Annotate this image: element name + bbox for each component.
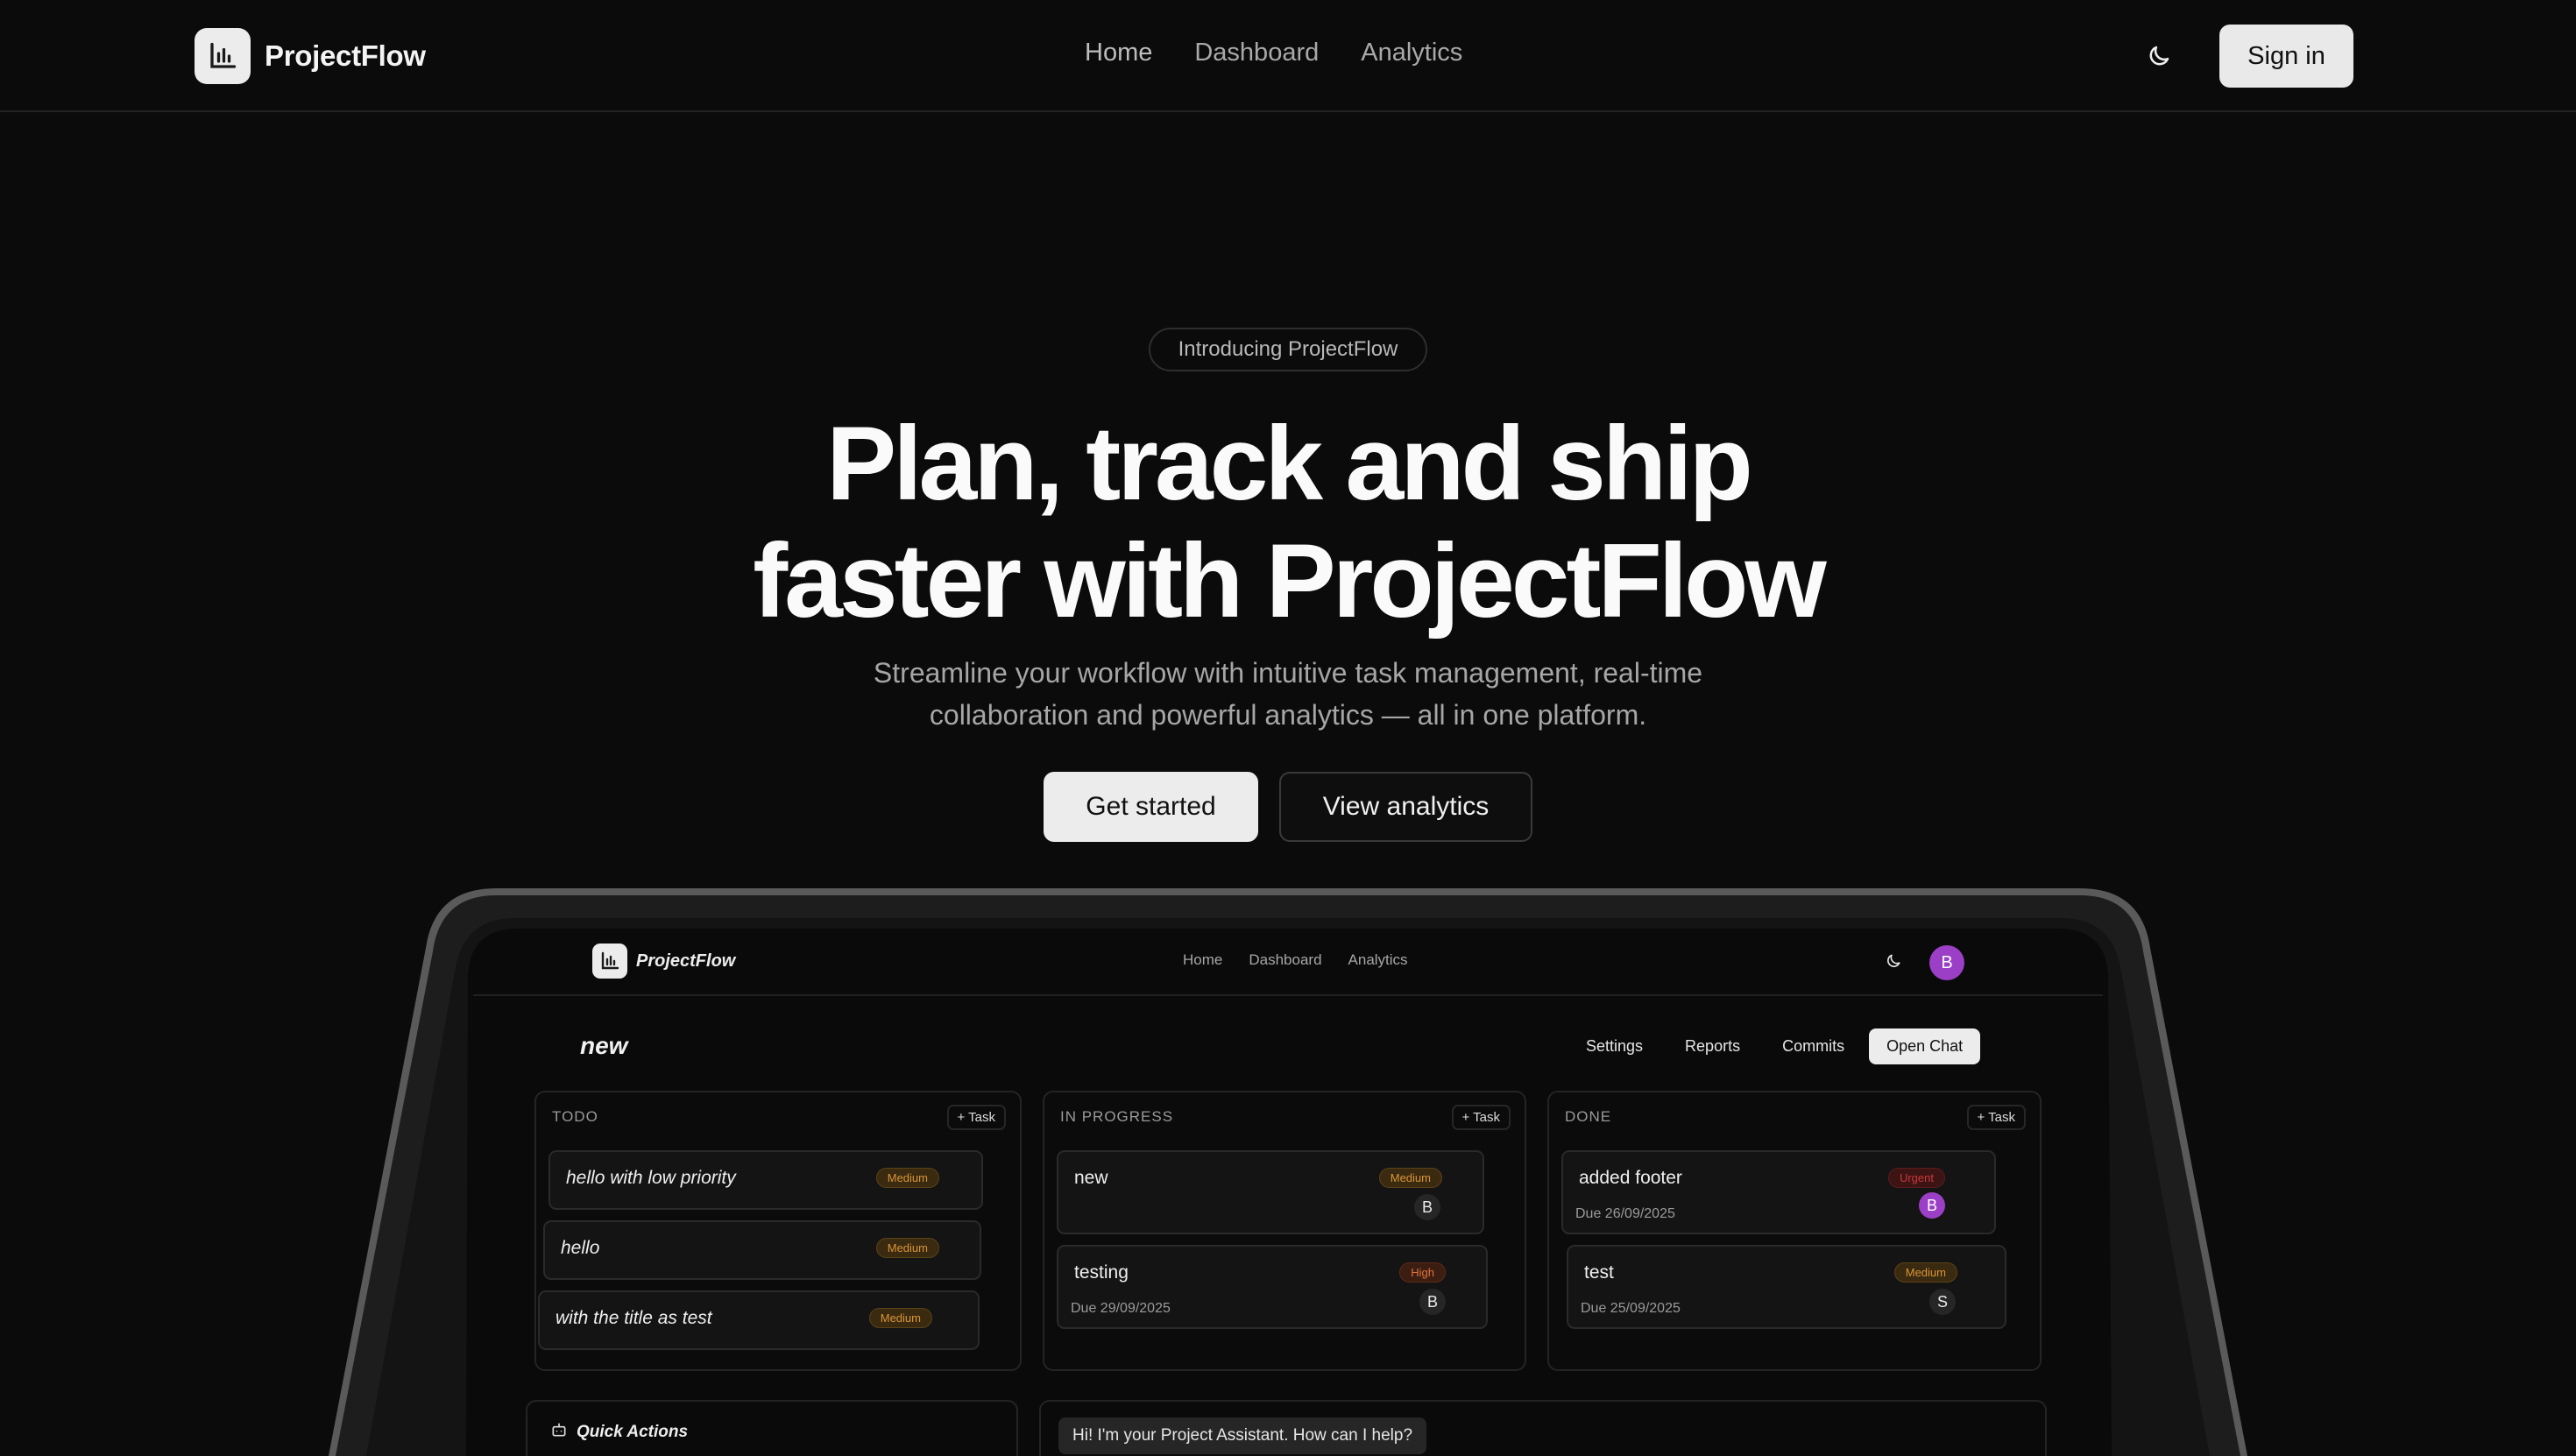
task-card[interactable]: added footer Urgent Due 26/09/2025 B	[1561, 1150, 1996, 1234]
column-title: IN PROGRESS	[1060, 1108, 1174, 1125]
preview-nav-analytics[interactable]: Analytics	[1348, 951, 1408, 969]
preview-nav-home[interactable]: Home	[1183, 951, 1222, 969]
bar-chart-icon	[592, 944, 627, 979]
kanban-column-done: DONE + Task added footer Urgent Due 26/0…	[1547, 1091, 2042, 1371]
headline-line-2: faster with ProjectFlow	[753, 522, 1827, 640]
tab-settings[interactable]: Settings	[1568, 1028, 1660, 1064]
task-title: testing	[1074, 1262, 1129, 1283]
task-card[interactable]: hello with low priority Medium	[548, 1150, 983, 1210]
chat-panel: Hi! I'm your Project Assistant. How can …	[1039, 1400, 2047, 1456]
assignee-avatar: B	[1419, 1289, 1446, 1315]
bar-chart-icon	[195, 28, 251, 84]
main-nav: Home Dashboard Analytics	[1085, 39, 1462, 67]
due-date: Due 29/09/2025	[1071, 1301, 1171, 1316]
moon-icon[interactable]	[2141, 39, 2176, 74]
due-date: Due 26/09/2025	[1575, 1206, 1675, 1221]
project-title: new	[580, 1032, 628, 1059]
bot-icon	[550, 1421, 568, 1444]
sign-in-button[interactable]: Sign in	[2219, 25, 2353, 88]
task-card[interactable]: with the title as test Medium	[538, 1290, 980, 1350]
quick-actions-title: Quick Actions	[550, 1421, 688, 1444]
nav-dashboard-link[interactable]: Dashboard	[1194, 39, 1319, 67]
add-task-button[interactable]: + Task	[1451, 1105, 1511, 1130]
priority-badge: Medium	[868, 1308, 932, 1328]
brand[interactable]: ProjectFlow	[195, 28, 426, 84]
task-title: hello with low priority	[566, 1168, 736, 1188]
priority-badge: Medium	[1893, 1262, 1957, 1283]
view-analytics-button[interactable]: View analytics	[1279, 772, 1532, 842]
preview-brand[interactable]: ProjectFlow	[592, 944, 735, 979]
task-card[interactable]: testing High Due 29/09/2025 B	[1057, 1245, 1488, 1329]
add-task-button[interactable]: + Task	[1966, 1105, 2026, 1130]
task-card[interactable]: test Medium Due 25/09/2025 S	[1567, 1245, 2006, 1329]
task-title: new	[1074, 1168, 1108, 1188]
open-chat-button[interactable]: Open Chat	[1869, 1028, 1981, 1064]
column-title: DONE	[1565, 1108, 1612, 1125]
nav-home-link[interactable]: Home	[1085, 39, 1152, 67]
nav-analytics-link[interactable]: Analytics	[1361, 39, 1462, 67]
brand-name: ProjectFlow	[265, 39, 426, 72]
headline-line-1: Plan, track and ship	[826, 405, 1753, 522]
tab-commits[interactable]: Commits	[1765, 1028, 1862, 1064]
hero-subheading: Streamline your workflow with intuitive …	[873, 657, 1703, 731]
app-preview-screen: ProjectFlow Home Dashboard Analytics B n…	[421, 929, 2155, 1456]
hero-headline: Plan, track and ship faster with Project…	[0, 405, 2576, 640]
tab-reports[interactable]: Reports	[1667, 1028, 1758, 1064]
kanban-column-todo: TODO + Task hello with low priority Medi…	[534, 1091, 1022, 1371]
assistant-message: Hi! I'm your Project Assistant. How can …	[1058, 1417, 1427, 1454]
project-tabs: Settings Reports Commits Open Chat	[1568, 1028, 1981, 1064]
kanban-column-in-progress: IN PROGRESS + Task new Medium B testing …	[1043, 1091, 1526, 1371]
task-title: hello	[561, 1238, 600, 1258]
intro-badge: Introducing ProjectFlow	[1149, 328, 1427, 371]
assignee-avatar: S	[1929, 1289, 1956, 1315]
add-task-button[interactable]: + Task	[946, 1105, 1006, 1130]
preview-nav: Home Dashboard Analytics	[1183, 951, 1408, 969]
preview-divider	[473, 994, 2103, 996]
priority-badge: Medium	[875, 1168, 939, 1188]
quick-actions-label: Quick Actions	[577, 1423, 689, 1441]
priority-badge: High	[1399, 1262, 1446, 1283]
task-title: with the title as test	[556, 1308, 712, 1328]
task-title: test	[1584, 1262, 1614, 1283]
column-title: TODO	[552, 1108, 598, 1125]
quick-actions-panel: Quick Actions	[526, 1400, 1018, 1456]
user-avatar[interactable]: B	[1929, 945, 1964, 980]
moon-icon[interactable]	[1882, 950, 1905, 972]
assignee-avatar: B	[1414, 1194, 1440, 1220]
priority-badge: Medium	[875, 1238, 939, 1258]
preview-nav-dashboard[interactable]: Dashboard	[1249, 951, 1321, 969]
priority-badge: Medium	[1378, 1168, 1442, 1188]
task-title: added footer	[1579, 1168, 1682, 1188]
top-navbar: ProjectFlow Home Dashboard Analytics Sig…	[0, 0, 2576, 112]
task-card[interactable]: new Medium B	[1057, 1150, 1484, 1234]
task-card[interactable]: hello Medium	[543, 1220, 981, 1280]
preview-brand-name: ProjectFlow	[636, 951, 736, 971]
due-date: Due 25/09/2025	[1581, 1301, 1681, 1316]
get-started-button[interactable]: Get started	[1044, 772, 1258, 842]
priority-badge: Urgent	[1887, 1168, 1945, 1188]
assignee-avatar: B	[1919, 1192, 1945, 1219]
